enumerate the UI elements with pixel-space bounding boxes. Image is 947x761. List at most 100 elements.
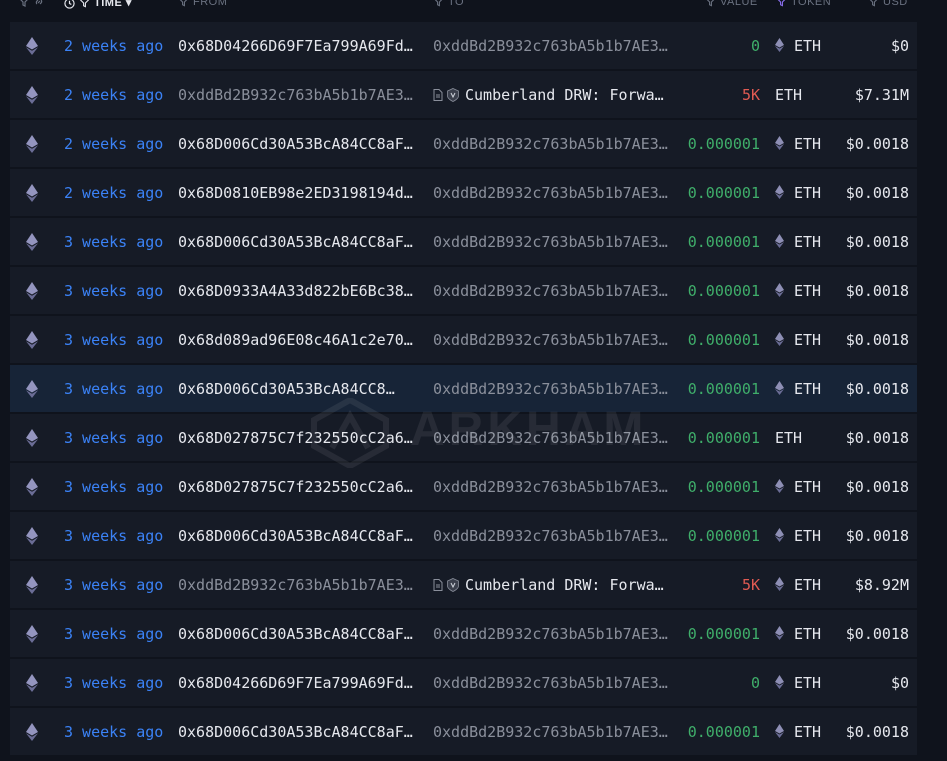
token-column-header[interactable]: TOKEN [776,0,831,8]
from-address[interactable]: 0x68D027875C7f232550cC2a6… [178,477,418,497]
to-address[interactable]: 0xddBd2B932c763bA5b1b7AE3… [433,477,671,497]
time-column-header[interactable]: TIME ▾ [64,0,132,9]
time-link[interactable]: 3 weeks ago [64,281,163,301]
token-cell[interactable]: ETH [775,673,821,694]
token-symbol: ETH [794,625,822,643]
table-row[interactable]: 3 weeks ago 0x68D0933A4A33d822bE6Bc38… 0xd… [10,267,917,316]
table-row[interactable]: 2 weeks ago 0x68D04266D69F7Ea799A69Fd… 0xd… [10,22,917,71]
time-link[interactable]: 3 weeks ago [64,575,163,595]
token-cell[interactable]: ETH [775,183,821,204]
chain-filter-icon[interactable] [18,0,48,8]
entity-logo-icon [447,577,459,597]
from-column-header[interactable]: FROM [178,0,227,8]
token-cell[interactable]: ETH [775,575,821,596]
table-header: TIME ▾ FROM TO VALUE TOKEN USD [0,0,947,12]
to-address[interactable]: 0xddBd2B932c763bA5b1b7AE3… [433,232,671,252]
token-cell[interactable]: ETH [775,232,821,253]
time-link[interactable]: 3 weeks ago [64,232,163,252]
filter-icon [79,0,90,8]
table-row[interactable]: 3 weeks ago 0x68d089ad96E08c46A1c2e70… 0xd… [10,316,917,365]
table-row[interactable]: 3 weeks ago 0x68D04266D69F7Ea799A69Fd… 0xd… [10,659,917,708]
table-row[interactable]: 3 weeks ago 0x68D027875C7f232550cC2a6… 0xd… [10,414,917,463]
time-link[interactable]: 2 weeks ago [64,85,163,105]
from-address[interactable]: 0x68d089ad96E08c46A1c2e70… [178,330,418,350]
time-link[interactable]: 3 weeks ago [64,330,163,350]
time-link[interactable]: 3 weeks ago [64,526,163,546]
to-address[interactable]: 0xddBd2B932c763bA5b1b7AE3… [433,428,671,448]
from-address[interactable]: 0x68D006Cd30A53BcA84CC8aF… [178,526,418,546]
time-link[interactable]: 3 weeks ago [64,624,163,644]
to-address[interactable]: 0xddBd2B932c763bA5b1b7AE3… [433,134,671,154]
from-address[interactable]: 0x68D04266D69F7Ea799A69Fd… [178,673,418,693]
time-link[interactable]: 3 weeks ago [64,673,163,693]
to-entity-name: Cumberland DRW: Forwa… [465,576,664,594]
token-cell[interactable]: ETH [775,134,821,155]
to-address[interactable]: 0xddBd2B932c763bA5b1b7AE3… [433,526,671,546]
value-column-header[interactable]: VALUE [705,0,758,8]
from-address[interactable]: 0x68D0810EB98e2ED3198194d… [178,183,418,203]
token-cell[interactable]: ETH [775,722,821,743]
from-address[interactable]: 0x68D006Cd30A53BcA84CC8aF… [178,232,418,252]
table-row[interactable]: 3 weeks ago 0xddBd2B932c763bA5b1b7AE3… Cum… [10,561,917,610]
from-address[interactable]: 0x68D006Cd30A53BcA84CC8aF… [178,134,418,154]
time-link[interactable]: 3 weeks ago [64,477,163,497]
table-row[interactable]: 3 weeks ago 0x68D027875C7f232550cC2a6… 0xd… [10,463,917,512]
token-cell[interactable]: ETH [775,526,821,547]
time-link[interactable]: 3 weeks ago [64,722,163,742]
table-row[interactable]: 3 weeks ago 0x68D006Cd30A53BcA84CC8aF… 0xd… [10,512,917,561]
to-address[interactable]: 0xddBd2B932c763bA5b1b7AE3… [433,281,671,301]
token-cell[interactable]: ETH [775,330,821,351]
time-link[interactable]: 3 weeks ago [64,428,163,448]
usd-value: $0.0018 [845,527,909,545]
from-address[interactable]: 0xddBd2B932c763bA5b1b7AE3… [178,575,418,595]
token-symbol: ETH [794,723,822,741]
to-address[interactable]: 0xddBd2B932c763bA5b1b7AE3… [433,624,671,644]
to-address[interactable]: 0xddBd2B932c763bA5b1b7AE3… [433,722,671,742]
table-row[interactable]: 3 weeks ago 0x68D006Cd30A53BcA84CC8aF… 0xd… [10,708,917,757]
time-link[interactable]: 2 weeks ago [64,183,163,203]
usd-value: $0.0018 [845,282,909,300]
eth-token-icon [775,625,784,645]
transfer-value: 5K [741,86,760,104]
from-address[interactable]: 0x68D006Cd30A53BcA84CC8aF… [178,624,418,644]
table-row[interactable]: 2 weeks ago 0xddBd2B932c763bA5b1b7AE3… Cum… [10,71,917,120]
token-cell[interactable]: ETH [775,379,821,400]
to-entity[interactable]: Cumberland DRW: Forwa… [433,85,671,107]
time-link[interactable]: 2 weeks ago [64,134,163,154]
to-entity[interactable]: Cumberland DRW: Forwa… [433,575,671,597]
token-cell[interactable]: ETH [775,428,802,448]
transfer-value: 0.000001 [687,478,760,496]
to-address[interactable]: 0xddBd2B932c763bA5b1b7AE3… [433,673,671,693]
usd-column-header[interactable]: USD [868,0,908,8]
eth-token-icon [775,331,784,351]
token-symbol: ETH [794,576,822,594]
eth-token-icon [775,37,784,57]
ethereum-chain-icon [26,37,40,55]
token-symbol: ETH [794,37,822,55]
to-address[interactable]: 0xddBd2B932c763bA5b1b7AE3… [433,379,671,399]
to-address[interactable]: 0xddBd2B932c763bA5b1b7AE3… [433,183,671,203]
table-row[interactable]: 3 weeks ago 0x68D006Cd30A53BcA84CC8aF… 0xd… [10,218,917,267]
table-row[interactable]: 2 weeks ago 0x68D006Cd30A53BcA84CC8aF… 0xd… [10,120,917,169]
token-cell[interactable]: ETH [775,477,821,498]
time-link[interactable]: 2 weeks ago [64,36,163,56]
table-row[interactable]: 3 weeks ago 0x68D006Cd30A53BcA84CC8aF… 0xd… [10,610,917,659]
eth-token-icon [775,576,784,596]
token-cell[interactable]: ETH [775,281,821,302]
from-address[interactable]: 0x68D027875C7f232550cC2a6… [178,428,418,448]
token-cell[interactable]: ETH [775,36,821,57]
table-row[interactable]: 2 weeks ago 0x68D0810EB98e2ED3198194d… 0xd… [10,169,917,218]
from-address[interactable]: 0xddBd2B932c763bA5b1b7AE3… [178,85,418,105]
to-column-header[interactable]: TO [433,0,464,8]
token-cell[interactable]: ETH [775,624,821,645]
from-address[interactable]: 0x68D0933A4A33d822bE6Bc38… [178,281,418,301]
time-link[interactable]: 3 weeks ago [64,379,163,399]
table-row[interactable]: 3 weeks ago 0x68D006Cd30A53BcA84CC8… 0xddB… [10,365,917,414]
contract-doc-icon [433,576,443,596]
from-address[interactable]: 0x68D006Cd30A53BcA84CC8aF… [178,722,418,742]
from-address[interactable]: 0x68D04266D69F7Ea799A69Fd… [178,36,418,56]
from-address[interactable]: 0x68D006Cd30A53BcA84CC8… [178,379,418,399]
token-cell[interactable]: ETH [775,85,802,105]
to-address[interactable]: 0xddBd2B932c763bA5b1b7AE3… [433,330,671,350]
to-address[interactable]: 0xddBd2B932c763bA5b1b7AE3… [433,36,671,56]
